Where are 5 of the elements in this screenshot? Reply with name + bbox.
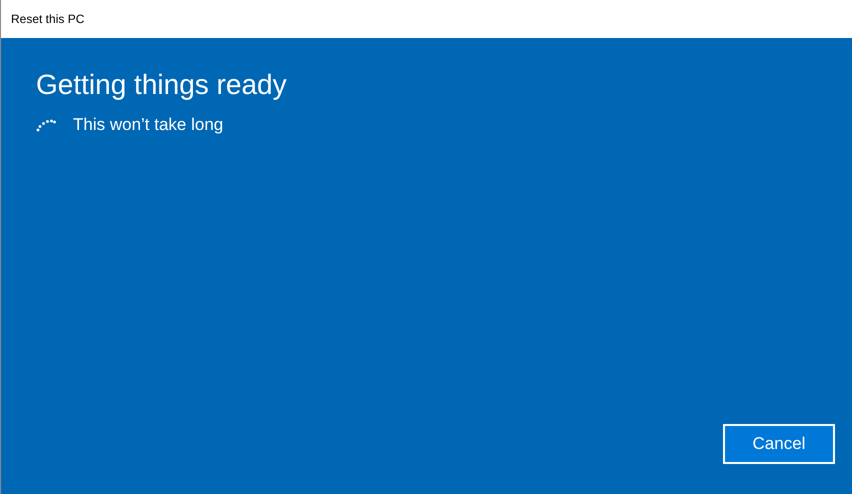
cancel-button[interactable]: Cancel	[723, 424, 835, 464]
status-text: This won’t take long	[73, 115, 224, 135]
heading: Getting things ready	[36, 68, 288, 102]
window-title: Reset this PC	[11, 12, 84, 26]
spinner-icon	[36, 118, 56, 132]
